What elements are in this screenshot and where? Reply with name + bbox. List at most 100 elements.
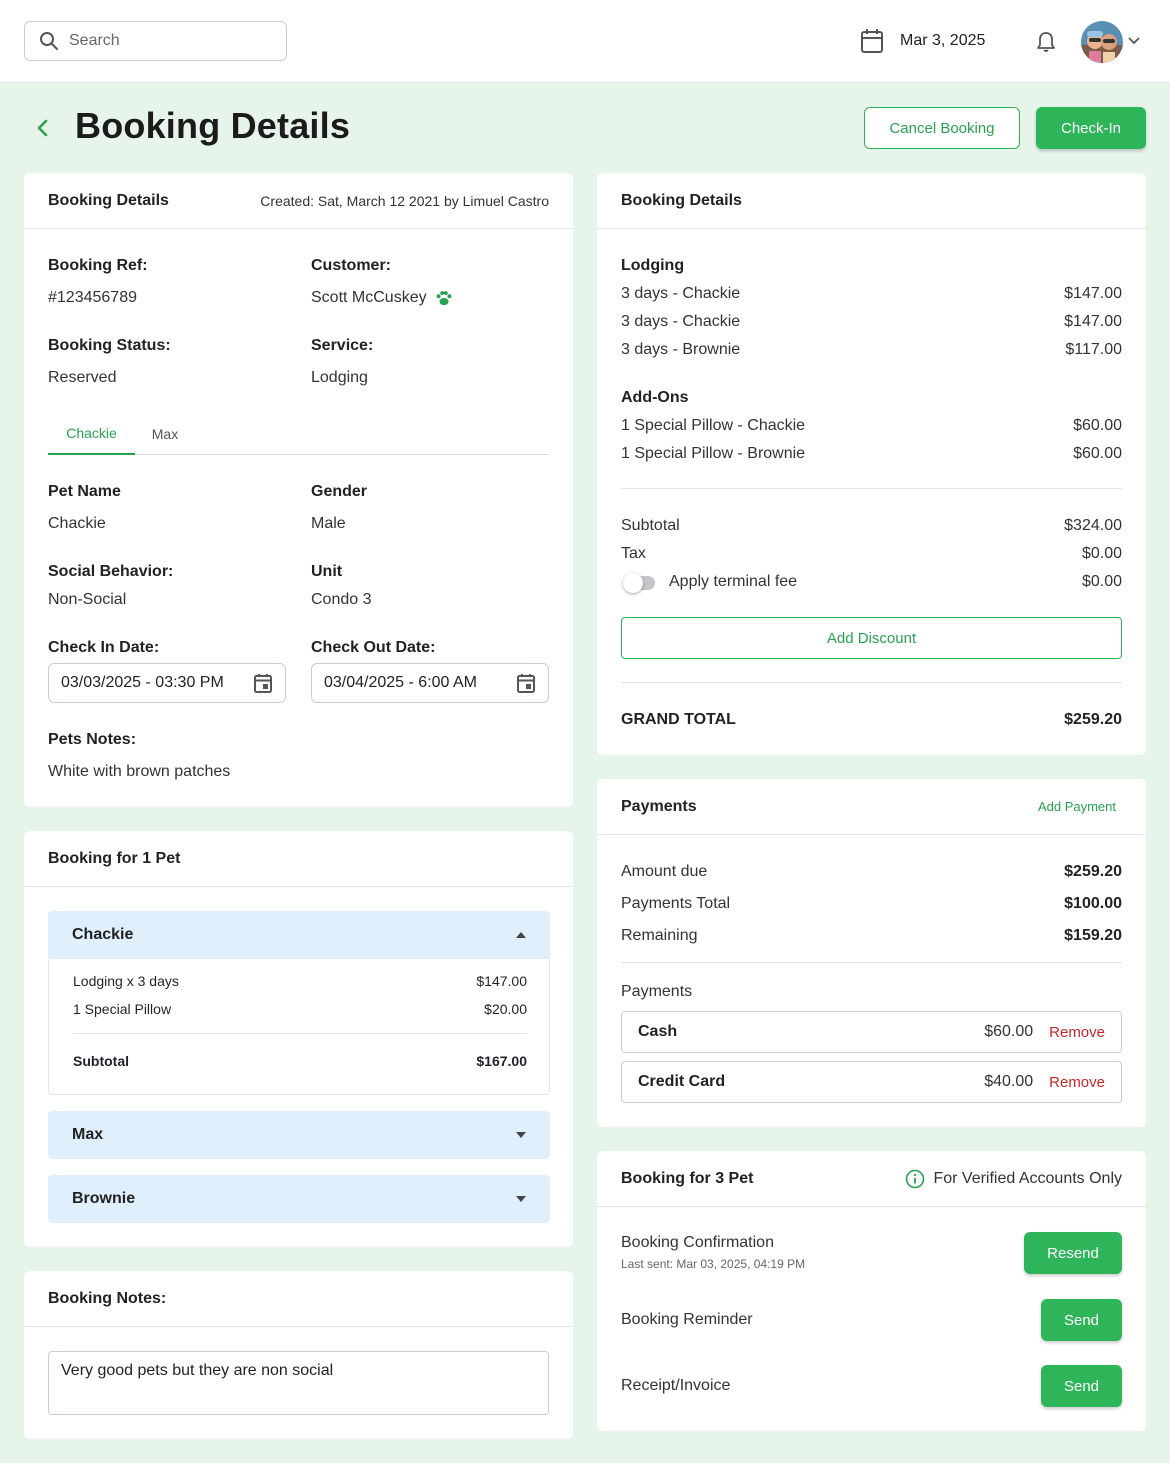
bell-icon[interactable]: [1034, 30, 1058, 54]
resend-confirmation-button[interactable]: Resend: [1024, 1232, 1122, 1274]
check-out-date-value: 03/04/2025 - 6:00 AM: [324, 674, 477, 691]
created-info: Created: Sat, March 12 2021 by Limuel Ca…: [260, 192, 549, 209]
tax-label: Tax: [621, 545, 646, 562]
terminal-fee-value: $0.00: [1081, 573, 1122, 590]
payment-item: Cash $60.00 Remove: [621, 1011, 1122, 1053]
pet-name-label: Pet Name: [48, 483, 121, 500]
accordion-max[interactable]: Max: [48, 1111, 550, 1159]
page-title: Booking Details: [75, 105, 351, 146]
send-receipt-button[interactable]: Send: [1041, 1365, 1122, 1407]
social-behavior-label: Social Behavior:: [48, 563, 174, 580]
subtotal-row: Subtotal $167.00: [73, 1053, 527, 1069]
remove-payment-button[interactable]: Remove: [1049, 1024, 1105, 1041]
gender-label: Gender: [311, 483, 368, 500]
addon-label: 1 Special Pillow - Brownie: [621, 445, 806, 462]
booking-notes-textarea[interactable]: Very good pets but they are non social: [48, 1351, 549, 1415]
line-item: Lodging x 3 days $147.00: [73, 973, 527, 989]
back-arrow-icon[interactable]: [32, 116, 52, 140]
payments-total-row: Payments Total $100.00: [621, 895, 1122, 913]
calendar-icon[interactable]: [253, 673, 273, 693]
grand-total-value: $259.20: [1064, 711, 1122, 728]
search-box[interactable]: [24, 21, 287, 61]
card-title: Booking for 3 Pet: [621, 1169, 754, 1187]
addon-row: 1 Special Pillow - Chackie $60.00: [621, 417, 1122, 435]
amount-due-label: Amount due: [621, 863, 708, 880]
caret-down-icon: [516, 1132, 526, 1138]
accordion-chackie[interactable]: Chackie: [48, 911, 550, 959]
receipt-label: Receipt/Invoice: [621, 1377, 731, 1394]
lodging-row: 3 days - Chackie $147.00: [621, 313, 1122, 331]
accordion-title: Brownie: [72, 1190, 136, 1207]
line-amount: $20.00: [484, 1001, 527, 1017]
check-out-date-input[interactable]: 03/04/2025 - 6:00 AM: [311, 663, 549, 703]
accordion-body: Lodging x 3 days $147.00 1 Special Pillo…: [48, 959, 550, 1095]
verified-text: For Verified Accounts Only: [933, 1169, 1122, 1187]
pet-tabs: Chackie Max: [48, 413, 549, 455]
tab-max[interactable]: Max: [135, 413, 195, 455]
remaining-value: $159.20: [1064, 927, 1122, 944]
lodging-label: 3 days - Chackie: [621, 313, 741, 330]
lodging-amount: $147.00: [1064, 313, 1122, 330]
card-title: Booking Notes:: [48, 1289, 167, 1307]
booking-status-label: Booking Status:: [48, 337, 171, 354]
card-title: Booking Details: [48, 191, 169, 209]
addon-row: 1 Special Pillow - Brownie $60.00: [621, 445, 1122, 463]
remove-payment-button[interactable]: Remove: [1049, 1074, 1105, 1091]
lodging-label: 3 days - Chackie: [621, 285, 741, 302]
line-amount: $147.00: [476, 973, 527, 989]
calendar-icon[interactable]: [516, 673, 536, 693]
check-in-date-value: 03/03/2025 - 03:30 PM: [61, 674, 224, 691]
confirmation-label: Booking Confirmation: [621, 1234, 774, 1251]
addon-amount: $60.00: [1073, 445, 1122, 462]
add-payment-link[interactable]: Add Payment: [1038, 799, 1116, 814]
accordion-brownie[interactable]: Brownie: [48, 1175, 550, 1223]
gender-value: Male: [311, 515, 346, 532]
card-header: Booking Notes:: [24, 1271, 573, 1327]
service-label: Service:: [311, 337, 374, 354]
subtotal-value: $167.00: [476, 1053, 527, 1069]
remaining-row: Remaining $159.20: [621, 927, 1122, 945]
terminal-fee-label: Apply terminal fee: [669, 573, 798, 590]
search-input[interactable]: [69, 32, 269, 50]
check-in-date-input[interactable]: 03/03/2025 - 03:30 PM: [48, 663, 286, 703]
send-reminder-button[interactable]: Send: [1041, 1299, 1122, 1341]
date-text: Mar 3, 2025: [900, 32, 986, 49]
pets-notes-label: Pets Notes:: [48, 731, 137, 748]
search-icon: [40, 32, 58, 50]
top-bar: Mar 3, 2025: [0, 0, 1170, 83]
tax-row: Tax $0.00: [621, 545, 1122, 563]
grand-total-label: GRAND TOTAL: [621, 711, 736, 728]
paw-icon: [436, 291, 451, 306]
calendar-icon: [861, 29, 883, 53]
lodging-row: 3 days - Chackie $147.00: [621, 285, 1122, 303]
payment-method: Credit Card: [638, 1073, 726, 1090]
divider: [73, 1033, 527, 1034]
card-header: Booking Details: [597, 173, 1146, 229]
terminal-fee-toggle[interactable]: [623, 573, 655, 593]
tab-chackie[interactable]: Chackie: [48, 413, 135, 455]
card-title: Booking Details: [621, 191, 742, 209]
cancel-booking-button[interactable]: Cancel Booking: [864, 107, 1020, 149]
toggle-knob: [623, 573, 643, 593]
avatar[interactable]: [1081, 21, 1123, 63]
subtotal-row: Subtotal $324.00: [621, 517, 1122, 535]
card-title: Payments: [621, 797, 697, 815]
caret-down-icon: [516, 1196, 526, 1202]
add-discount-button[interactable]: Add Discount: [621, 617, 1122, 659]
customer-name[interactable]: Scott McCuskey: [311, 289, 427, 307]
lodging-heading: Lodging: [621, 257, 685, 274]
divider: [621, 488, 1122, 489]
current-date[interactable]: Mar 3, 2025: [860, 28, 985, 54]
chevron-down-icon[interactable]: [1127, 34, 1141, 48]
amount-due-value: $259.20: [1064, 863, 1122, 880]
check-in-button[interactable]: Check-In: [1036, 107, 1146, 149]
service-value: Lodging: [311, 369, 368, 386]
divider: [621, 682, 1122, 683]
line-label: 1 Special Pillow: [73, 1001, 172, 1017]
last-sent-text: Last sent: Mar 03, 2025, 04:19 PM: [621, 1257, 806, 1271]
divider: [621, 962, 1122, 963]
reminder-label: Booking Reminder: [621, 1311, 753, 1328]
pets-booking-card: Booking for 1 Pet Chackie Lodging x 3 da…: [24, 831, 573, 1247]
card-title: Booking for 1 Pet: [48, 849, 181, 867]
pet-name-value: Chackie: [48, 515, 106, 532]
